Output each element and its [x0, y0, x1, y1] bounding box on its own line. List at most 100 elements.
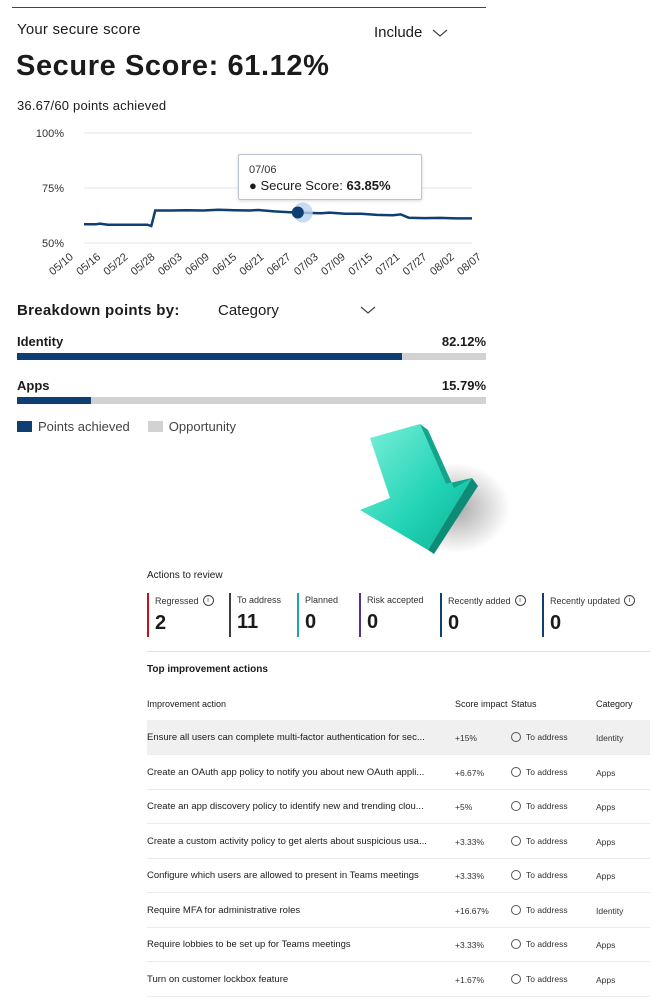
x-tick-label: 06/21 [238, 251, 267, 278]
counter-label-text: Recently updated [550, 595, 621, 606]
status-circle-icon [511, 732, 521, 742]
counter-value: 0 [367, 611, 379, 633]
status-circle-icon [511, 835, 521, 846]
category-cell: Identity [596, 733, 624, 743]
action-name[interactable]: Create an app discovery policy to identi… [147, 801, 449, 812]
status-circle-icon [511, 939, 521, 949]
status-text: To address [526, 835, 568, 846]
include-dropdown[interactable]: Include [374, 24, 448, 41]
score-line [84, 208, 472, 228]
category-cell: Identity [596, 905, 624, 916]
legend-swatch-opportunity [147, 421, 163, 432]
chevron-down-icon[interactable] [360, 305, 376, 315]
include-label: Include [374, 24, 423, 41]
info-icon[interactable]: i [202, 595, 214, 606]
status-text: To address [526, 732, 568, 742]
score-impact: +3.33% [455, 871, 485, 881]
column-header-category[interactable]: Category [596, 699, 633, 709]
status-cell: To address [511, 973, 568, 984]
column-header-status[interactable]: Status [511, 699, 537, 709]
action-name[interactable]: Create an OAuth app policy to notify you… [147, 767, 449, 778]
counter-label: Planned [305, 595, 338, 605]
counter-label: Risk accepted [367, 595, 424, 605]
y-tick-label: 50% [42, 238, 64, 250]
status-circle-icon [511, 904, 521, 915]
table-row[interactable]: Configure which users are allowed to pre… [147, 858, 650, 893]
counter-value: 11 [237, 611, 259, 633]
table-row[interactable]: Require lobbies to be set up for Teams m… [147, 927, 650, 962]
actions-panel: Actions to review Regressed i 2 To address 1… [140, 560, 654, 997]
category-cell: Apps [596, 802, 616, 812]
section-divider [147, 651, 650, 652]
status-cell: To address [511, 939, 568, 949]
counter-label: To address [237, 595, 281, 605]
actions-to-review-title: Actions to review [147, 570, 223, 581]
legend-swatch-achieved [17, 421, 32, 432]
score-impact: +3.33% [455, 940, 485, 950]
table-row[interactable]: Turn on customer lockbox feature +1.67% To… [147, 962, 650, 997]
category-cell: Apps [596, 871, 616, 881]
x-tick-label: 05/22 [102, 251, 131, 278]
x-tick-label: 05/10 [47, 251, 76, 278]
action-name[interactable]: Ensure all users can complete multi-fact… [147, 732, 449, 743]
y-tick-label: 100% [36, 128, 64, 140]
info-icon[interactable]: i [514, 595, 526, 606]
breakdown-category-dropdown[interactable]: Category [218, 302, 378, 319]
action-name[interactable]: Require MFA for administrative roles [147, 905, 449, 916]
counter-planned[interactable]: Planned 0 [297, 593, 338, 637]
table-row[interactable]: Create an app discovery policy to identi… [147, 789, 650, 824]
x-tick-label: 07/09 [319, 251, 348, 278]
bar-label-identity: Identity [17, 334, 64, 349]
category-cell: Apps [596, 836, 616, 847]
category-cell: Apps [596, 974, 616, 985]
x-tick-label: 07/21 [374, 251, 403, 278]
arrow-down-icon [360, 424, 510, 554]
counter-label-text: Recently added [448, 595, 511, 606]
score-impact: +15% [455, 733, 477, 743]
bar-fill-apps [17, 397, 92, 404]
tooltip-date: 07/06 [249, 164, 277, 176]
action-name[interactable]: Create a custom activity policy to get a… [147, 836, 449, 847]
status-cell: To address [511, 904, 568, 915]
counter-recently-added[interactable]: Recently added i 0 [440, 593, 526, 637]
counter-to-address[interactable]: To address 11 [229, 593, 281, 637]
counter-value: 2 [155, 612, 167, 634]
bar-value-apps: 15.79% [441, 378, 486, 393]
status-circle-icon [511, 766, 521, 777]
column-header-impact[interactable]: Score impact [455, 699, 508, 709]
table-row[interactable]: Create a custom activity policy to get a… [147, 824, 650, 859]
score-impact: +6.67% [455, 767, 485, 778]
counter-regressed[interactable]: Regressed i 2 [147, 593, 214, 637]
legend-opportunity: Opportunity [168, 419, 236, 434]
status-text: To address [526, 939, 568, 949]
action-name[interactable]: Turn on customer lockbox feature [147, 974, 449, 985]
column-header-action[interactable]: Improvement action [147, 699, 226, 709]
tooltip-score: 63.85% [346, 178, 391, 193]
action-name[interactable]: Require lobbies to be set up for Teams m… [147, 939, 449, 950]
x-tick-label: 08/02 [428, 251, 457, 278]
x-tick-label: 08/07 [455, 251, 484, 278]
info-icon[interactable]: i [624, 595, 636, 606]
counter-value: 0 [305, 611, 317, 633]
score-impact: +1.67% [455, 974, 485, 985]
counter-recently-updated[interactable]: Recently updated i 0 [542, 593, 636, 637]
highlight-point[interactable] [291, 206, 304, 219]
counter-label: Regressed i [155, 595, 214, 606]
status-cell: To address [511, 870, 568, 880]
counter-risk-accepted[interactable]: Risk accepted 0 [359, 593, 424, 637]
table-row[interactable]: Create an OAuth app policy to notify you… [147, 755, 650, 790]
score-impact: +3.33% [455, 836, 485, 847]
secure-score-card: Your secure score Include Secure Score: … [0, 0, 500, 450]
table-row[interactable]: Require MFA for administrative roles +16.… [147, 893, 650, 928]
counter-label-text: Risk accepted [367, 595, 424, 605]
chevron-down-icon [432, 29, 448, 37]
bar-track-apps [17, 397, 486, 404]
counter-value: 0 [448, 612, 460, 634]
x-tick-label: 07/15 [346, 251, 375, 278]
tooltip-value: ● Secure Score: 63.85% [249, 178, 391, 193]
x-tick-label: 06/03 [156, 251, 185, 278]
points-achieved: 36.67/60 points achieved [17, 98, 167, 113]
table-row[interactable]: Ensure all users can complete multi-fact… [147, 720, 650, 755]
bar-track-identity [17, 353, 486, 360]
action-name[interactable]: Configure which users are allowed to pre… [147, 870, 449, 881]
